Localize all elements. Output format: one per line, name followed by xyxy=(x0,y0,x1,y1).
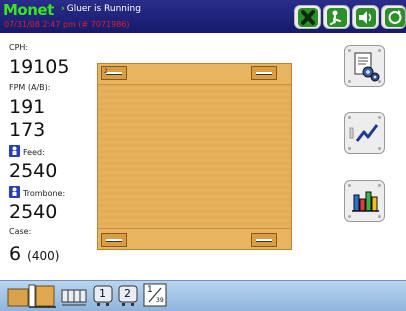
scale-bottom: 39 xyxy=(156,297,164,304)
feed-label: Feed: xyxy=(9,145,45,157)
stop-x-icon xyxy=(298,8,318,27)
unit-2-button[interactable]: 2 xyxy=(117,283,139,307)
bottom-toolbar: 1 2 1 39 xyxy=(0,280,406,311)
header-bar: Monet › Gluer is Running 07/31/08 2:47 pm… xyxy=(0,0,406,33)
status-arrow-icon: › xyxy=(61,4,65,14)
trombone-operator-icon xyxy=(9,186,20,198)
unit-1-label: 1 xyxy=(99,287,106,300)
unit-2-label: 2 xyxy=(124,287,131,300)
trombone-value: 2540 xyxy=(9,201,58,223)
fpm-a-value: 191 xyxy=(9,96,46,118)
carton-blank-view: 2 xyxy=(97,63,292,250)
status-text: Gluer is Running xyxy=(66,4,141,14)
case-label: Case: xyxy=(9,227,32,236)
grip-top-right[interactable] xyxy=(251,66,277,80)
settings-document-gears-icon xyxy=(354,52,380,82)
grip-top-left[interactable]: 2 xyxy=(101,66,127,80)
case-value: 6 (400) xyxy=(9,245,59,264)
stop-button[interactable] xyxy=(294,5,321,29)
scale-button[interactable]: 1 39 xyxy=(143,283,167,308)
carton-diagram-icon[interactable] xyxy=(60,283,88,309)
bar-chart-icon xyxy=(352,191,379,212)
fpm-b-value: 173 xyxy=(9,119,46,141)
machine-layout-icon[interactable] xyxy=(7,283,57,309)
operator-run-icon xyxy=(327,8,347,27)
fpm-label: FPM (A/B): xyxy=(9,83,51,92)
case-total: (400) xyxy=(27,249,60,263)
date-time-job: 07/31/08 2:47 pm (# 7071986) xyxy=(4,20,130,29)
carton-panel xyxy=(98,84,291,229)
speaker-volume-icon xyxy=(356,8,376,27)
settings-button[interactable] xyxy=(344,45,385,87)
unit-1-button[interactable]: 1 xyxy=(92,283,114,307)
feed-label-text: Feed: xyxy=(23,148,45,157)
case-count: 6 xyxy=(9,243,22,265)
scale-top: 1 xyxy=(147,285,153,295)
trend-button[interactable] xyxy=(344,112,385,154)
grip-top-left-label: 2 xyxy=(104,68,108,75)
cph-value: 19105 xyxy=(9,56,70,78)
feed-value: 2540 xyxy=(9,160,58,182)
volume-button[interactable] xyxy=(352,5,379,29)
cph-label: CPH: xyxy=(9,43,29,52)
trombone-label-text: Trombone: xyxy=(23,189,66,198)
machine-status: › Gluer is Running xyxy=(61,4,141,14)
statistics-button[interactable] xyxy=(344,180,385,222)
app-logo: Monet xyxy=(3,1,54,19)
trombone-label: Trombone: xyxy=(9,186,65,198)
refresh-cycle-icon xyxy=(385,8,405,27)
trend-graph-icon xyxy=(349,124,379,142)
feed-operator-icon xyxy=(9,145,20,157)
operator-button[interactable] xyxy=(323,5,350,29)
refresh-button[interactable] xyxy=(381,5,406,29)
grip-bottom-left[interactable] xyxy=(101,233,127,247)
grip-bottom-right[interactable] xyxy=(251,233,277,247)
